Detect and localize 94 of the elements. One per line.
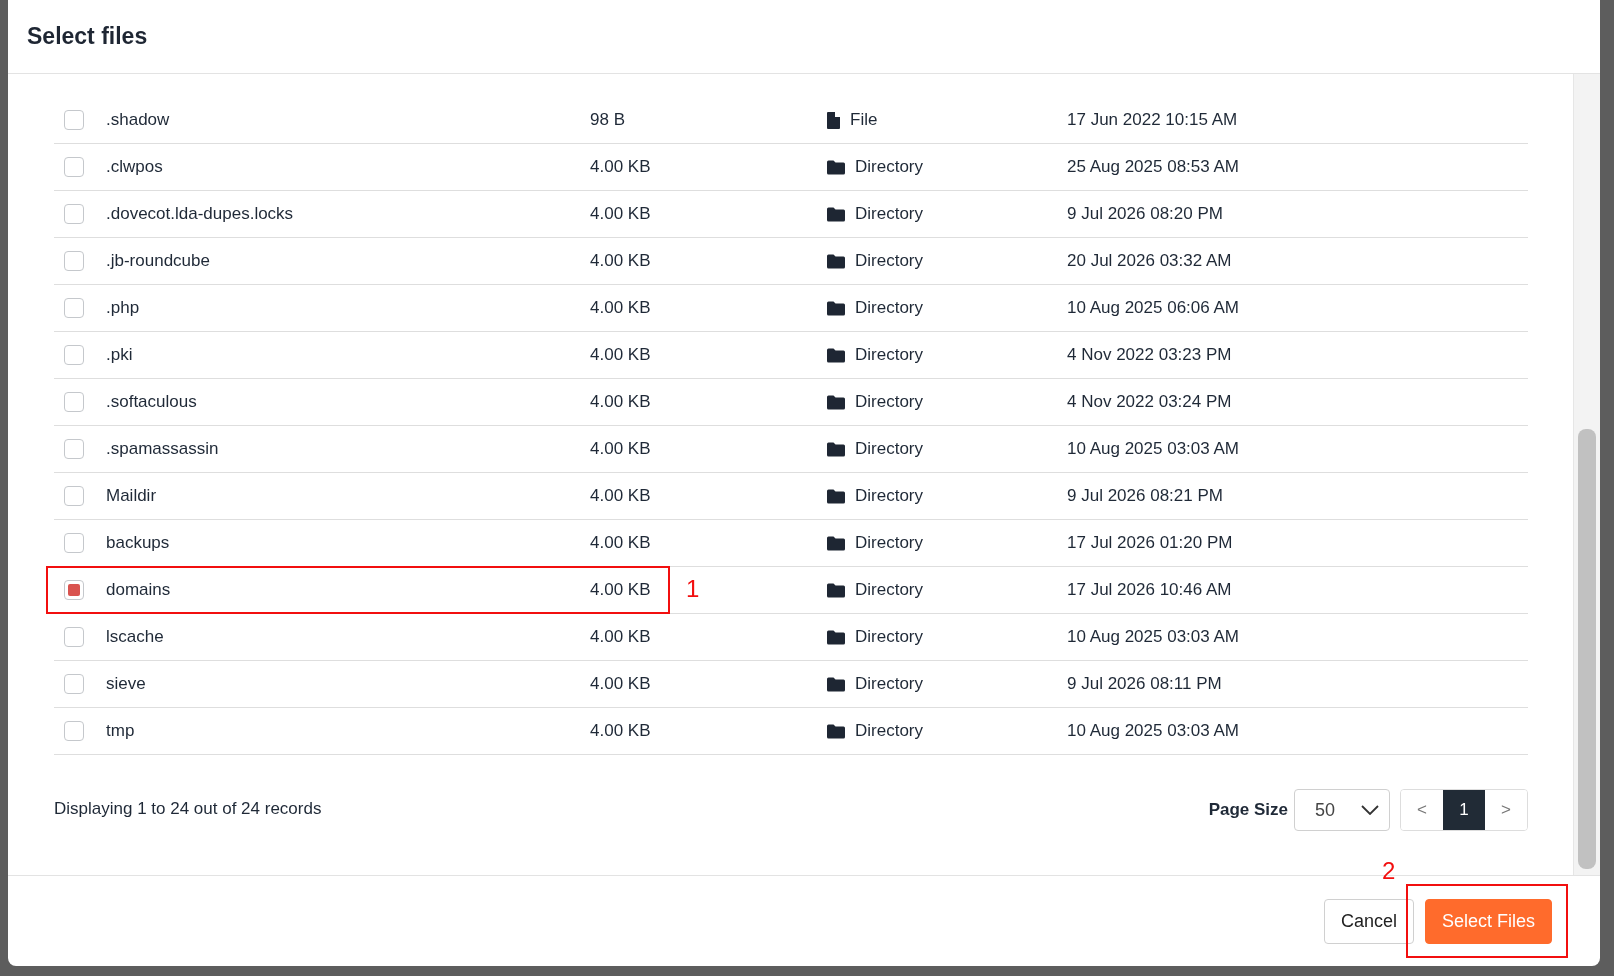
dialog-title: Select files bbox=[27, 23, 148, 50]
file-name: sieve bbox=[106, 674, 146, 694]
modified-date: 10 Aug 2025 06:06 AM bbox=[1067, 298, 1240, 318]
modified-date: 10 Aug 2025 03:03 AM bbox=[1067, 627, 1240, 647]
file-type: Directory bbox=[855, 627, 923, 647]
modified-date: 9 Jul 2026 08:20 PM bbox=[1067, 204, 1223, 224]
file-type: Directory bbox=[855, 486, 923, 506]
file-type: Directory bbox=[855, 721, 923, 741]
page-size-label: Page Size bbox=[1208, 800, 1288, 820]
folder-icon bbox=[827, 535, 845, 551]
file-size: 4.00 KB bbox=[590, 486, 651, 506]
file-name: .shadow bbox=[106, 110, 170, 130]
row-checkbox[interactable] bbox=[64, 533, 84, 553]
file-size: 4.00 KB bbox=[590, 345, 651, 365]
modified-date: 10 Aug 2025 03:03 AM bbox=[1067, 721, 1240, 741]
row-checkbox[interactable] bbox=[64, 580, 84, 600]
file-size: 4.00 KB bbox=[590, 251, 651, 271]
file-name: .clwpos bbox=[106, 157, 163, 177]
folder-icon bbox=[827, 253, 845, 269]
modified-date: 20 Jul 2026 03:32 AM bbox=[1067, 251, 1232, 271]
file-type: Directory bbox=[855, 345, 923, 365]
folder-icon bbox=[827, 159, 845, 175]
file-size: 4.00 KB bbox=[590, 298, 651, 318]
file-name: Maildir bbox=[106, 486, 157, 506]
file-type: File bbox=[850, 110, 878, 130]
file-size: 4.00 KB bbox=[590, 204, 651, 224]
row-checkbox[interactable] bbox=[64, 204, 84, 224]
modified-date: 17 Jul 2026 10:46 AM bbox=[1067, 580, 1232, 600]
row-checkbox[interactable] bbox=[64, 439, 84, 459]
file-type: Directory bbox=[855, 298, 923, 318]
file-name: .jb-roundcube bbox=[106, 251, 210, 271]
file-name: domains bbox=[106, 580, 171, 600]
file-type: Directory bbox=[855, 580, 923, 600]
file-size: 4.00 KB bbox=[590, 392, 651, 412]
folder-icon bbox=[827, 488, 845, 504]
file-type: Directory bbox=[855, 674, 923, 694]
row-checkbox[interactable] bbox=[64, 157, 84, 177]
file-type: Directory bbox=[855, 533, 923, 553]
file-type: Directory bbox=[855, 204, 923, 224]
chevron-down-icon bbox=[1361, 805, 1379, 815]
file-name: .pki bbox=[106, 345, 133, 365]
row-checkbox[interactable] bbox=[64, 345, 84, 365]
file-size: 4.00 KB bbox=[590, 439, 651, 459]
file-name: tmp bbox=[106, 721, 135, 741]
annotation-number: 1 bbox=[686, 575, 700, 603]
file-name: backups bbox=[106, 533, 170, 553]
file-type: Directory bbox=[855, 392, 923, 412]
file-size: 4.00 KB bbox=[590, 627, 651, 647]
file-type: Directory bbox=[855, 157, 923, 177]
folder-icon bbox=[827, 676, 845, 692]
cancel-button[interactable]: Cancel bbox=[1323, 898, 1414, 944]
modified-date: 17 Jun 2022 10:15 AM bbox=[1067, 110, 1238, 130]
row-checkbox[interactable] bbox=[64, 298, 84, 318]
row-checkbox[interactable] bbox=[64, 251, 84, 271]
file-size: 98 B bbox=[590, 110, 625, 130]
row-checkbox[interactable] bbox=[64, 627, 84, 647]
page-button[interactable]: 1 bbox=[1443, 790, 1485, 830]
file-size: 4.00 KB bbox=[590, 580, 651, 600]
file-type: Directory bbox=[855, 439, 923, 459]
annotation-number: 2 bbox=[1381, 856, 1396, 885]
row-checkbox[interactable] bbox=[64, 674, 84, 694]
scrollbar-thumb[interactable] bbox=[1578, 429, 1596, 869]
file-name: .dovecot.lda-dupes.locks bbox=[106, 204, 294, 224]
file-size: 4.00 KB bbox=[590, 721, 651, 741]
modified-date: 9 Jul 2026 08:21 PM bbox=[1067, 486, 1223, 506]
modified-date: 25 Aug 2025 08:53 AM bbox=[1067, 157, 1240, 177]
file-size: 4.00 KB bbox=[590, 533, 651, 553]
modified-date: 9 Jul 2026 08:11 PM bbox=[1067, 674, 1222, 694]
modified-date: 4 Nov 2022 03:23 PM bbox=[1067, 345, 1232, 365]
row-checkbox[interactable] bbox=[64, 110, 84, 130]
folder-icon bbox=[827, 300, 845, 316]
folder-icon bbox=[827, 441, 845, 457]
file-name: .spamassassin bbox=[106, 439, 219, 459]
modified-date: 4 Nov 2022 03:24 PM bbox=[1067, 392, 1232, 412]
file-size: 4.00 KB bbox=[590, 157, 651, 177]
modified-date: 10 Aug 2025 03:03 AM bbox=[1067, 439, 1240, 459]
row-checkbox[interactable] bbox=[64, 392, 84, 412]
file-size: 4.00 KB bbox=[590, 674, 651, 694]
row-checkbox[interactable] bbox=[64, 721, 84, 741]
modified-date: 17 Jul 2026 01:20 PM bbox=[1067, 533, 1233, 553]
file-name: lscache bbox=[106, 627, 164, 647]
file-name: .softaculous bbox=[106, 392, 197, 412]
folder-icon bbox=[827, 629, 845, 645]
file-icon bbox=[827, 111, 840, 129]
folder-icon bbox=[827, 394, 845, 410]
file-type: Directory bbox=[855, 251, 923, 271]
page-size-select[interactable]: 50 bbox=[1294, 789, 1390, 831]
folder-icon bbox=[827, 582, 845, 598]
folder-icon bbox=[827, 206, 845, 222]
folder-icon bbox=[827, 347, 845, 363]
row-checkbox[interactable] bbox=[64, 486, 84, 506]
file-name: .php bbox=[106, 298, 140, 318]
folder-icon bbox=[827, 723, 845, 739]
records-summary: Displaying 1 to 24 out of 24 records bbox=[54, 799, 322, 819]
